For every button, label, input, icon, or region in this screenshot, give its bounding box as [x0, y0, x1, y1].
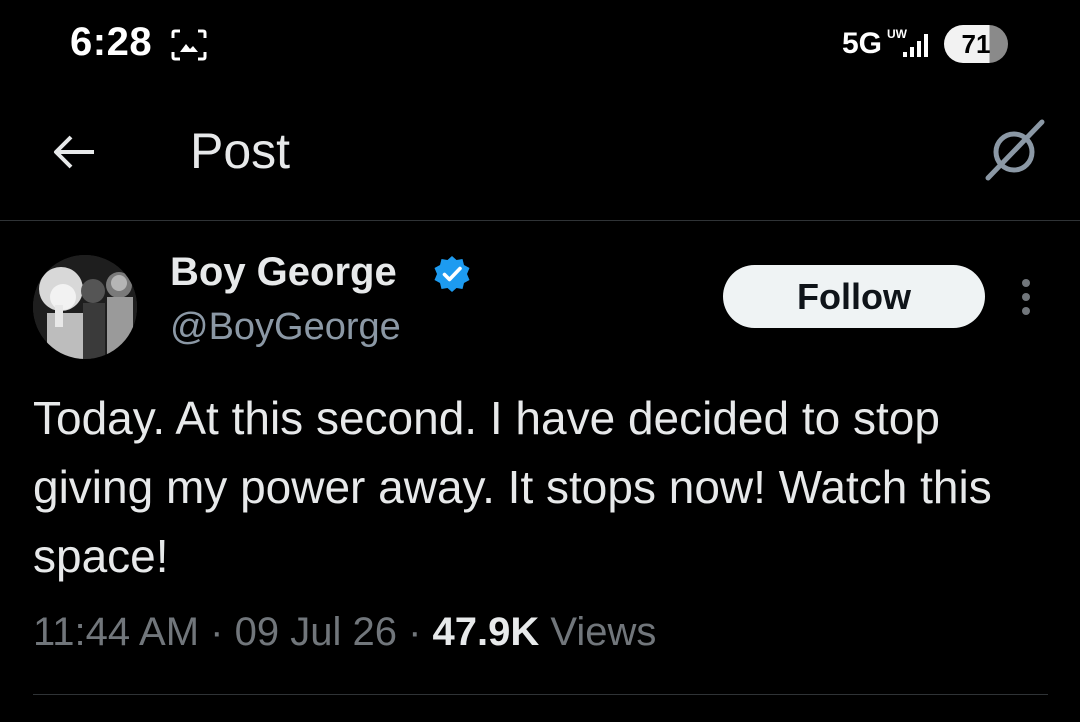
post-text: Today. At this second. I have decided to…	[33, 392, 992, 582]
post-meta: 11:44 AM · 09 Jul 26 · 47.9K Views	[33, 610, 656, 655]
status-bar: 6:28 5G UW 71	[0, 0, 1080, 90]
signal-bars-icon	[903, 34, 928, 57]
grok-button[interactable]	[982, 116, 1048, 182]
meta-separator: ·	[210, 610, 224, 654]
divider	[33, 694, 1048, 695]
avatar-photo	[33, 255, 137, 359]
more-options-button[interactable]	[1008, 272, 1044, 322]
post-time: 11:44 AM	[33, 610, 200, 654]
views-label-text: Views	[550, 610, 657, 654]
status-time: 6:28	[70, 20, 153, 64]
back-button[interactable]	[44, 122, 104, 182]
arrow-left-icon	[54, 135, 94, 169]
user-handle[interactable]: @BoyGeorge	[170, 306, 401, 349]
screenshot-icon	[171, 29, 207, 61]
verified-badge-icon	[434, 256, 470, 292]
battery-indicator: 71	[944, 25, 1008, 63]
avatar[interactable]	[33, 255, 137, 359]
network-type: 5G	[842, 27, 883, 60]
network-subtype: UW	[887, 28, 907, 40]
post-date: 09 Jul 26	[234, 610, 397, 654]
views-label[interactable]: Views	[539, 610, 656, 654]
follow-button[interactable]: Follow	[723, 265, 985, 328]
post-header: Post	[0, 90, 1080, 221]
meta-separator: ·	[408, 610, 422, 654]
grok-icon	[985, 119, 1045, 181]
more-vertical-icon	[1022, 279, 1030, 315]
display-name[interactable]: Boy George	[170, 250, 397, 295]
page-title: Post	[190, 123, 291, 179]
views-count[interactable]: 47.9K	[433, 610, 540, 654]
